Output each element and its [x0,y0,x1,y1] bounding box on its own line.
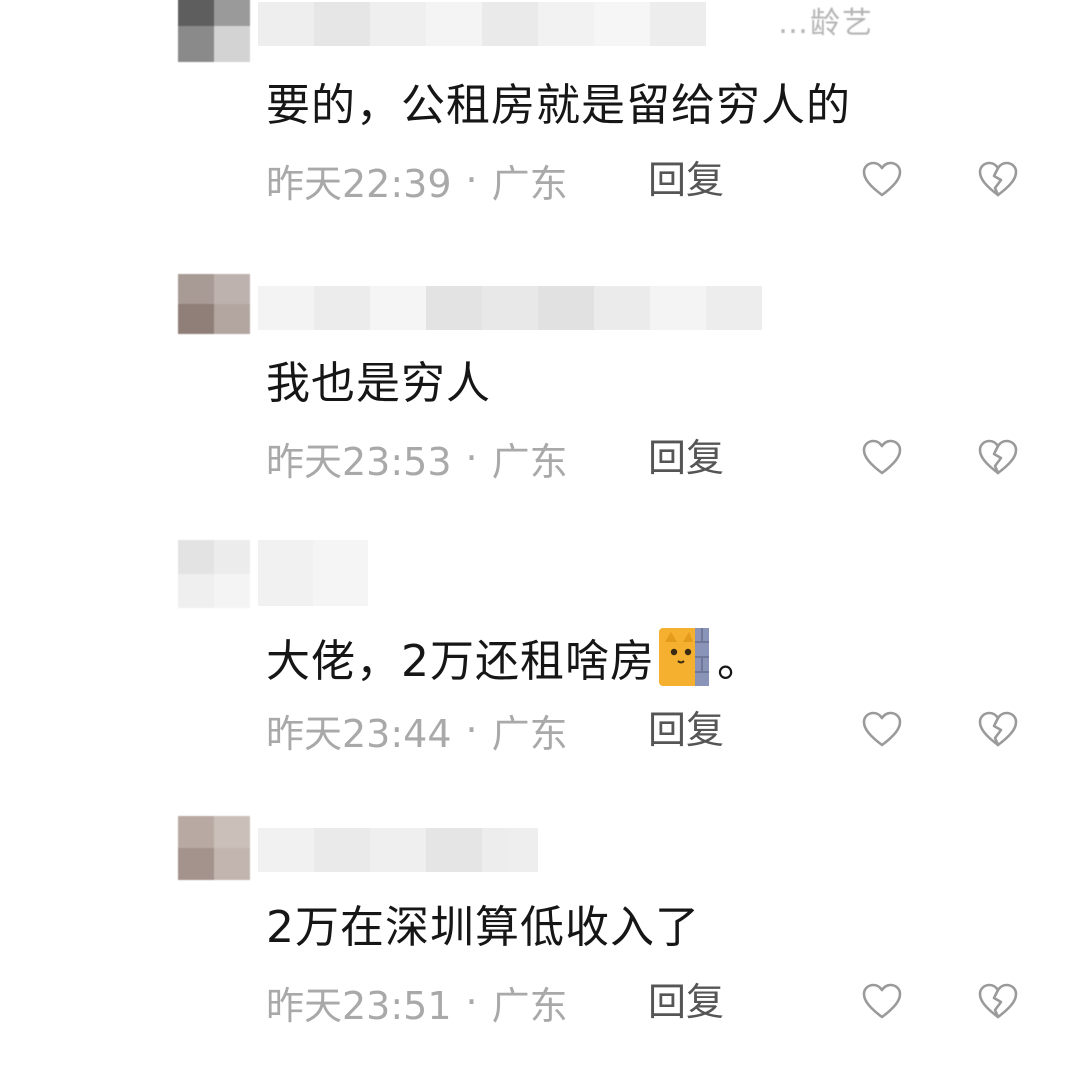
comment-item: …龄艺 要的，公租房就是留给穷人的 昨天22:39 · 广东 回复 [0,0,1080,250]
comment-author-header[interactable] [178,812,918,887]
comment-author-header[interactable] [178,268,918,343]
username-blurred [258,286,762,330]
broken-heart-icon[interactable] [976,436,1020,480]
username-blurred [258,2,706,46]
comment-text: 要的，公租房就是留给穷人的 [266,80,851,131]
username-fragment: …龄艺 [778,6,874,41]
reply-button[interactable]: 回复 [648,980,724,1024]
comment-meta: 昨天22:39 · 广东 [266,158,568,206]
comment-item: 我也是穷人 昨天23:53 · 广东 回复 [0,268,1080,528]
avatar[interactable] [178,540,250,608]
meta-separator: · [465,980,478,1024]
avatar[interactable] [178,816,250,880]
avatar[interactable] [178,274,250,334]
username-blurred [258,540,368,606]
comment-author-header[interactable] [178,540,918,615]
comment-location: 广东 [491,161,568,206]
comment-meta: 昨天23:44 · 广东 [266,708,568,756]
comment-item: 大佬，2万还租啥房 。 昨天23:44 · 广东 回复 [0,540,1080,800]
avatar[interactable] [178,0,250,62]
username-blurred [258,828,538,872]
broken-heart-icon[interactable] [976,158,1020,202]
comment-text: 我也是穷人 [266,358,491,409]
meta-separator: · [465,158,478,202]
broken-heart-icon[interactable] [976,980,1020,1024]
comment-location: 广东 [491,711,568,756]
broken-heart-icon[interactable] [976,708,1020,752]
reply-button[interactable]: 回复 [648,708,724,752]
comment-meta: 昨天23:53 · 广东 [266,436,568,484]
comment-time: 昨天23:53 [266,439,452,484]
heart-outline-icon[interactable] [860,980,904,1024]
reply-button[interactable]: 回复 [648,158,724,202]
comment-location: 广东 [491,983,568,1028]
comment-text-part: 。 [717,636,762,687]
heart-outline-icon[interactable] [860,708,904,752]
reply-button[interactable]: 回复 [648,436,724,480]
comment-time: 昨天23:51 [266,983,452,1028]
heart-outline-icon[interactable] [860,158,904,202]
meta-separator: · [465,708,478,752]
meta-separator: · [465,436,478,480]
comment-item: 2万在深圳算低收入了 昨天23:51 · 广东 回复 [0,812,1080,1072]
comment-author-header[interactable]: …龄艺 [178,0,918,65]
comment-time: 昨天22:39 [266,161,452,206]
comment-location: 广东 [491,439,568,484]
comment-text-part: 大佬，2万还租啥房 [266,636,655,687]
comment-time: 昨天23:44 [266,711,452,756]
comment-text: 大佬，2万还租啥房 。 [266,628,762,690]
cat-peeking-wall-emoji [659,628,709,686]
comment-meta: 昨天23:51 · 广东 [266,980,568,1028]
comment-text: 2万在深圳算低收入了 [266,902,700,953]
heart-outline-icon[interactable] [860,436,904,480]
